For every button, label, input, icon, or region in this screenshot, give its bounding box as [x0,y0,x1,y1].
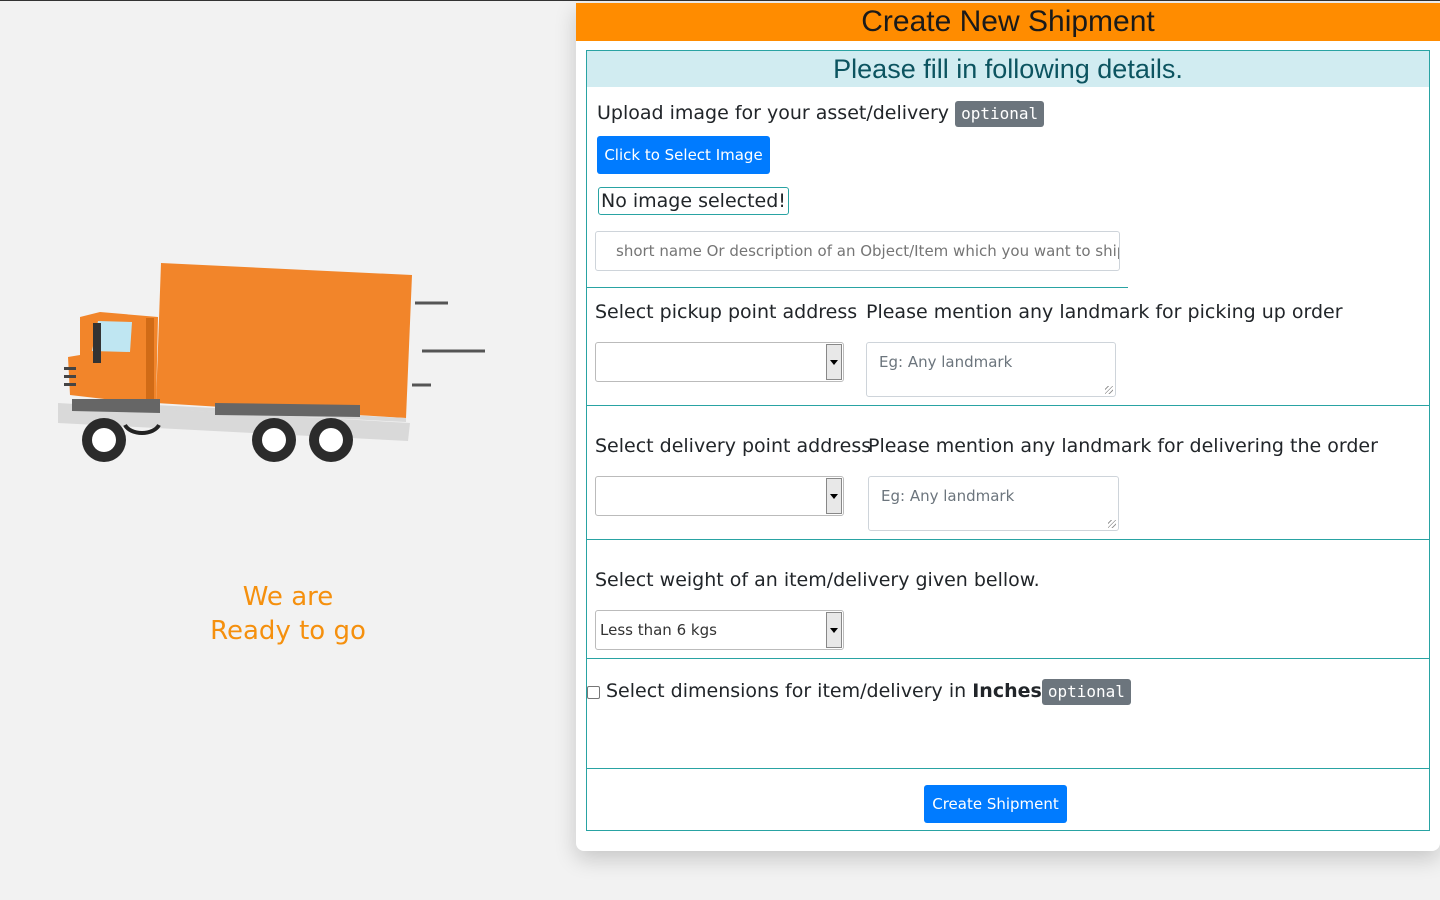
chevron-down-icon [826,344,842,380]
card-title: Create New Shipment [576,3,1440,41]
upload-label: Upload image for your asset/delivery [597,102,950,124]
resize-handle-icon[interactable] [1108,520,1116,528]
delivery-landmark-label: Please mention any landmark for deliveri… [868,435,1378,457]
chevron-down-icon [826,478,842,514]
divider [587,287,1128,288]
select-image-button[interactable]: Click to Select Image [597,136,770,174]
tagline-line-2: Ready to go [210,616,366,646]
divider [587,405,1429,406]
dimensions-label-row: Select dimensions for item/delivery in I… [606,679,1131,705]
divider [587,768,1429,769]
dimensions-label: Select dimensions for item/delivery in [606,680,973,702]
item-description-input[interactable] [595,231,1120,271]
pickup-address-select[interactable] [595,342,844,382]
image-status: No image selected! [598,187,789,215]
hero-panel: We are Ready to go [0,0,576,900]
divider [587,539,1429,540]
delivery-landmark-placeholder: Eg: Any landmark [881,487,1015,505]
delivery-address-select[interactable] [595,476,844,516]
weight-select-value: Less than 6 kgs [600,621,717,639]
pickup-landmark-label: Please mention any landmark for picking … [866,301,1343,323]
delivery-truck-illustration [58,263,485,462]
dimensions-checkbox[interactable] [587,686,600,699]
pickup-label: Select pickup point address [595,301,858,323]
weight-select[interactable]: Less than 6 kgs [595,610,844,650]
optional-badge: optional [1041,679,1131,705]
tagline: We are Ready to go [188,580,388,648]
shipment-card: Create New Shipment Please fill in follo… [576,3,1440,851]
tagline-line-1: We are [242,582,334,612]
upload-label-row: Upload image for your asset/delivery opt… [597,101,1045,127]
chevron-down-icon [826,612,842,648]
pickup-landmark-textarea[interactable]: Eg: Any landmark [866,342,1116,397]
weight-label: Select weight of an item/delivery given … [595,569,1040,591]
resize-handle-icon[interactable] [1105,386,1113,394]
delivery-landmark-textarea[interactable]: Eg: Any landmark [868,476,1119,531]
form-heading: Please fill in following details. [587,51,1429,87]
dimensions-unit: Inches [972,680,1042,702]
delivery-label: Select delivery point address [595,435,872,457]
create-shipment-button[interactable]: Create Shipment [924,785,1067,823]
shipment-form: Please fill in following details. Upload… [586,50,1430,831]
pickup-landmark-placeholder: Eg: Any landmark [879,353,1013,371]
divider [587,658,1429,659]
optional-badge: optional [955,101,1045,127]
